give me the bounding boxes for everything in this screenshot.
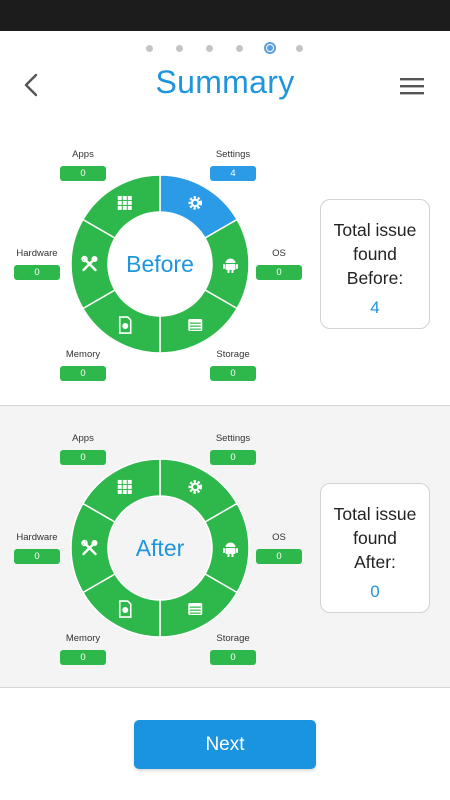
- after-memory-label: Memory: [65, 633, 101, 644]
- before-summary-line2: found: [353, 244, 397, 264]
- page-dot: [146, 45, 153, 52]
- before-os-count[interactable]: 0: [256, 265, 302, 280]
- menu-button[interactable]: [398, 76, 428, 98]
- grid-icon: [117, 479, 132, 494]
- after-settings-count[interactable]: 0: [210, 450, 256, 465]
- before-os-label: OS: [272, 248, 286, 259]
- after-summary-line1: Total issue: [333, 504, 417, 524]
- before-panel: Before Apps 0 Settings 4 Hardware 0 OS 0…: [0, 122, 450, 405]
- before-storage-stat: Storage 0: [210, 349, 256, 381]
- before-apps-stat: Apps 0: [60, 149, 106, 181]
- after-summary-line2: found: [353, 528, 397, 548]
- status-bar: [0, 0, 450, 31]
- after-summary-value: 0: [370, 582, 380, 601]
- page-dot-active: [264, 42, 276, 54]
- after-apps-count[interactable]: 0: [60, 450, 106, 465]
- before-summary-line1: Total issue: [333, 220, 417, 240]
- before-hardware-stat: Hardware 0: [14, 248, 60, 280]
- before-apps-label: Apps: [72, 149, 94, 160]
- before-apps-count[interactable]: 0: [60, 166, 106, 181]
- before-summary-value: 4: [370, 298, 380, 317]
- after-storage-count[interactable]: 0: [210, 650, 256, 665]
- hamburger-menu-icon: [400, 78, 424, 95]
- after-storage-stat: Storage 0: [210, 633, 256, 665]
- page-title: Summary: [155, 64, 295, 100]
- before-settings-stat: Settings 4: [210, 149, 256, 181]
- after-hardware-label: Hardware: [16, 532, 58, 543]
- after-hardware-count[interactable]: 0: [14, 549, 60, 564]
- next-button[interactable]: Next: [134, 720, 316, 769]
- before-os-stat: OS 0: [256, 248, 302, 280]
- after-os-label: OS: [272, 532, 286, 543]
- after-summary-line3: After:: [354, 552, 396, 572]
- after-memory-count[interactable]: 0: [60, 650, 106, 665]
- after-memory-stat: Memory 0: [60, 633, 106, 665]
- after-os-count[interactable]: 0: [256, 549, 302, 564]
- storage-icon: [188, 603, 203, 616]
- before-hardware-count[interactable]: 0: [14, 265, 60, 280]
- after-ring-chart: After: [70, 458, 250, 638]
- after-hardware-stat: Hardware 0: [14, 532, 60, 564]
- before-summary-card: Total issue found Before: 4: [320, 199, 430, 329]
- after-settings-label: Settings: [215, 433, 251, 444]
- before-summary-line3: Before:: [346, 268, 404, 288]
- before-storage-count[interactable]: 0: [210, 366, 256, 381]
- after-storage-label: Storage: [216, 633, 250, 644]
- before-ring-chart: Before: [70, 174, 250, 354]
- page-indicator: [0, 42, 450, 54]
- before-memory-label: Memory: [65, 349, 101, 360]
- after-summary-card: Total issue found After: 0: [320, 483, 430, 613]
- before-memory-count[interactable]: 0: [60, 366, 106, 381]
- before-settings-label: Settings: [215, 149, 251, 160]
- after-apps-label: Apps: [72, 433, 94, 444]
- after-settings-stat: Settings 0: [210, 433, 256, 465]
- page-dot: [236, 45, 243, 52]
- before-settings-count[interactable]: 4: [210, 166, 256, 181]
- before-memory-stat: Memory 0: [60, 349, 106, 381]
- after-apps-stat: Apps 0: [60, 433, 106, 465]
- before-hardware-label: Hardware: [16, 248, 58, 259]
- grid-icon: [117, 195, 132, 210]
- page-dot: [206, 45, 213, 52]
- before-storage-label: Storage: [216, 349, 250, 360]
- page-dot: [176, 45, 183, 52]
- page-dot: [296, 45, 303, 52]
- after-os-stat: OS 0: [256, 532, 302, 564]
- after-panel: After Apps 0 Settings 0 Hardware 0 OS 0 …: [0, 405, 450, 688]
- storage-icon: [188, 319, 203, 332]
